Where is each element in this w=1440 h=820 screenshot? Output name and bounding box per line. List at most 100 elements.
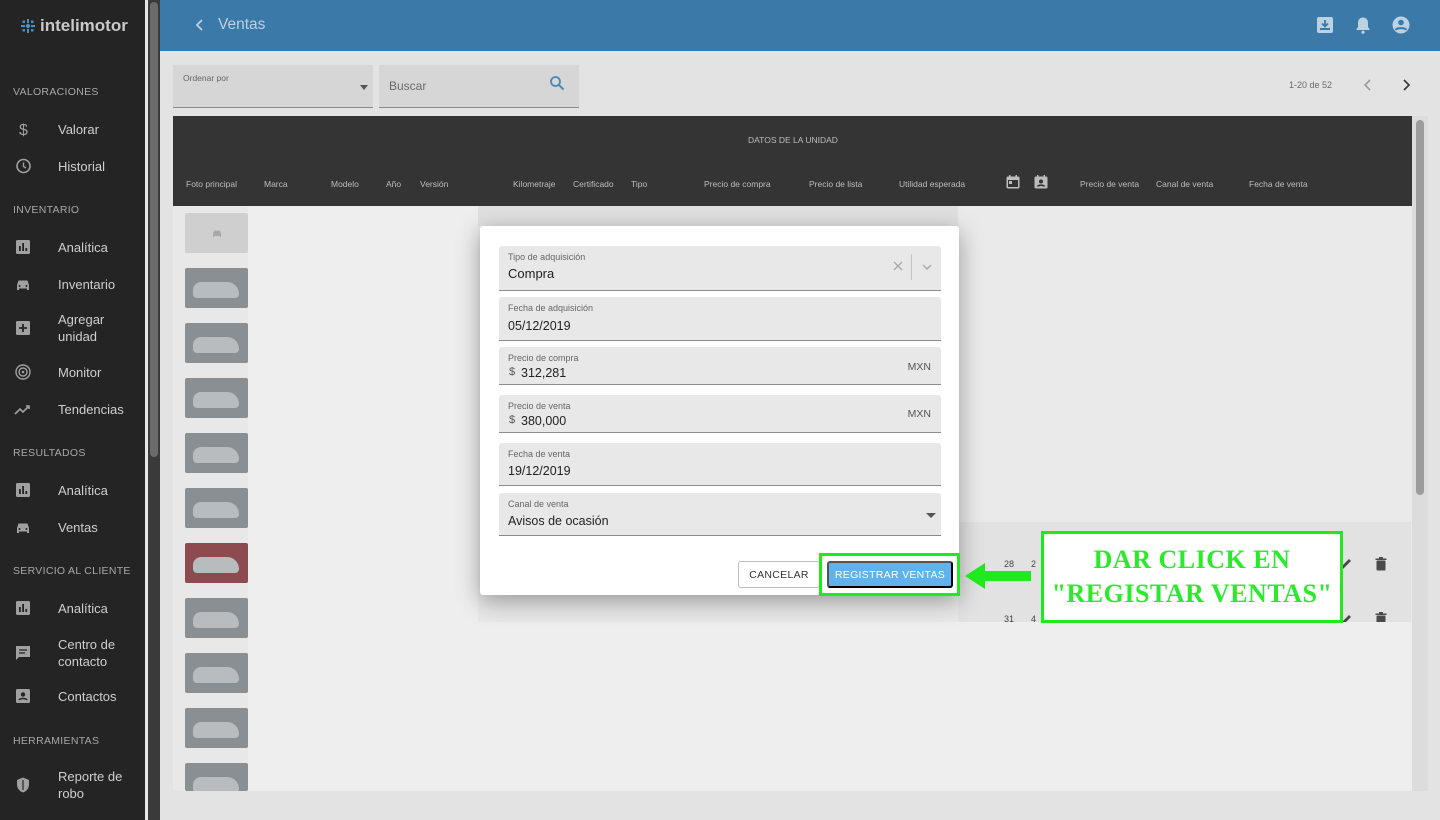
acquisition-type-select[interactable]: Tipo de adquisición Compra: [499, 246, 941, 291]
next-page-icon[interactable]: [1399, 78, 1413, 92]
field-value: 380,000: [521, 414, 567, 428]
sale-date-field[interactable]: Fecha de venta 19/12/2019: [499, 443, 941, 486]
col-foto-principal[interactable]: Foto principal: [186, 179, 237, 189]
car-photo-thumbnail[interactable]: [185, 433, 248, 473]
pagination-range: 1-20 de 52: [1289, 80, 1333, 90]
search-icon[interactable]: [549, 75, 565, 91]
shield-icon: [17, 777, 29, 793]
caret-down-icon[interactable]: [926, 513, 936, 518]
sidebar-item-ventas[interactable]: Ventas: [0, 518, 145, 536]
sidebar-item-contactos[interactable]: Contactos: [0, 687, 145, 705]
sidebar-item-label: Analítica: [58, 482, 108, 498]
sidebar-item-historial[interactable]: Historial: [0, 157, 145, 175]
table-scrollbar[interactable]: [1412, 116, 1428, 791]
contacts-icon: [16, 689, 30, 703]
table-scrollbar-thumb[interactable]: [1416, 120, 1424, 495]
car-photo-thumbnail[interactable]: [185, 598, 248, 638]
car-photo-thumbnail[interactable]: [185, 763, 248, 791]
logo[interactable]: intelimotor: [20, 16, 128, 36]
currency-suffix: MXN: [907, 361, 931, 373]
field-value: Compra: [508, 266, 555, 281]
message-icon: [16, 646, 30, 660]
sidebar-item-analitica-inventario[interactable]: Analítica: [0, 238, 145, 256]
car-photo-thumbnail[interactable]: [185, 268, 248, 308]
delete-icon[interactable]: [1373, 556, 1389, 572]
sidebar-scrollbar[interactable]: [148, 0, 160, 820]
sidebar-item-analitica-resultados[interactable]: Analítica: [0, 481, 145, 499]
chart-icon: [16, 483, 30, 497]
sidebar-item-label: Monitor: [58, 364, 102, 380]
calendar-icon[interactable]: [1005, 174, 1021, 190]
currency-prefix: $: [509, 414, 516, 426]
car-placeholder-thumbnail: [185, 213, 248, 253]
sidebar-item-agregar-unidad[interactable]: Agregar unidad: [0, 311, 145, 345]
sidebar-item-valorar[interactable]: $ Valorar: [0, 120, 145, 139]
search-input[interactable]: Buscar: [379, 65, 579, 108]
field-label: Canal de venta: [508, 499, 569, 509]
delete-icon[interactable]: [1373, 611, 1389, 622]
field-value: 19/12/2019: [508, 464, 571, 478]
car-icon: [17, 280, 29, 290]
purchase-price-field[interactable]: Precio de compra $ 312,281 MXN: [499, 347, 941, 385]
col-precio-de-compra[interactable]: Precio de compra: [704, 179, 771, 189]
chevron-down-icon[interactable]: [922, 262, 932, 272]
sidebar-item-label: Historial: [58, 158, 105, 174]
notifications-icon[interactable]: [1353, 15, 1373, 35]
car-icon: [17, 523, 29, 533]
col-canal-de-venta[interactable]: Canal de venta: [1156, 179, 1213, 189]
sidebar-scrollbar-thumb[interactable]: [150, 2, 158, 457]
clear-icon[interactable]: [893, 261, 903, 271]
chart-icon: [16, 240, 30, 254]
field-label: Tipo de adquisición: [508, 252, 586, 262]
car-photo-thumbnail[interactable]: [185, 653, 248, 693]
currency-prefix: $: [509, 366, 516, 378]
col-marca[interactable]: Marca: [264, 179, 288, 189]
col-kilometraje[interactable]: Kilometraje: [513, 179, 556, 189]
prev-page-icon[interactable]: [1361, 78, 1375, 92]
chart-icon: [16, 601, 30, 615]
sidebar-item-analitica-servicio[interactable]: Analítica: [0, 599, 145, 617]
col-version[interactable]: Versión: [420, 179, 448, 189]
col-certificado[interactable]: Certificado: [573, 179, 614, 189]
col-anio[interactable]: Año: [386, 179, 401, 189]
sidebar-item-monitor[interactable]: Monitor: [0, 363, 145, 381]
download-box-icon[interactable]: [1315, 15, 1335, 35]
col-utilidad-esperada[interactable]: Utilidad esperada: [899, 179, 965, 189]
logo-icon: [21, 19, 35, 33]
car-photo-thumbnail[interactable]: [185, 543, 248, 583]
col-modelo[interactable]: Modelo: [331, 179, 359, 189]
annotation-line-2: "REGISTAR VENTAS": [1051, 579, 1333, 608]
acquisition-date-field[interactable]: Fecha de adquisición 05/12/2019: [499, 297, 941, 341]
sort-label: Ordenar por: [183, 73, 229, 83]
car-photo-thumbnail[interactable]: [185, 378, 248, 418]
calendar-person-icon[interactable]: [1033, 174, 1049, 190]
sidebar-item-centro-de-contacto[interactable]: Centro de contacto: [0, 636, 145, 670]
sidebar-item-reporte-de-robo[interactable]: Reporte de robo: [0, 768, 145, 802]
account-circle-icon[interactable]: [1391, 15, 1411, 35]
annotation-arrow-icon: [965, 563, 1031, 589]
sort-select[interactable]: Ordenar por: [173, 65, 373, 108]
sale-price-field[interactable]: Precio de venta $ 380,000 MXN: [499, 395, 941, 433]
col-fecha-de-venta[interactable]: Fecha de venta: [1249, 179, 1308, 189]
sales-channel-select[interactable]: Canal de venta Avisos de ocasión: [499, 493, 941, 536]
col-precio-de-lista[interactable]: Precio de lista: [809, 179, 862, 189]
car-photo-thumbnail[interactable]: [185, 323, 248, 363]
field-label: Precio de venta: [508, 401, 571, 411]
car-photo-thumbnail[interactable]: [185, 488, 248, 528]
car-photo-thumbnail[interactable]: [185, 708, 248, 748]
sidebar-item-tendencias[interactable]: Tendencias: [0, 400, 145, 418]
cancel-button[interactable]: CANCELAR: [738, 561, 820, 588]
sidebar-item-label: Centro de contacto: [58, 637, 116, 669]
radar-icon: [15, 364, 31, 380]
table-header: DATOS DE LA UNIDAD Foto principal Marca …: [173, 116, 1412, 206]
register-sales-button[interactable]: REGISTRAR VENTAS: [827, 561, 953, 588]
car-icon: [213, 230, 221, 237]
back-arrow-icon[interactable]: [192, 17, 208, 33]
sidebar-item-inventario[interactable]: Inventario: [0, 275, 145, 293]
col-tipo[interactable]: Tipo: [631, 179, 647, 189]
field-label: Precio de compra: [508, 353, 579, 363]
col-precio-de-venta[interactable]: Precio de venta: [1080, 179, 1139, 189]
sidebar-item-label: Contactos: [58, 688, 117, 704]
top-app-bar: Ventas: [160, 0, 1440, 51]
trending-icon: [14, 405, 30, 415]
